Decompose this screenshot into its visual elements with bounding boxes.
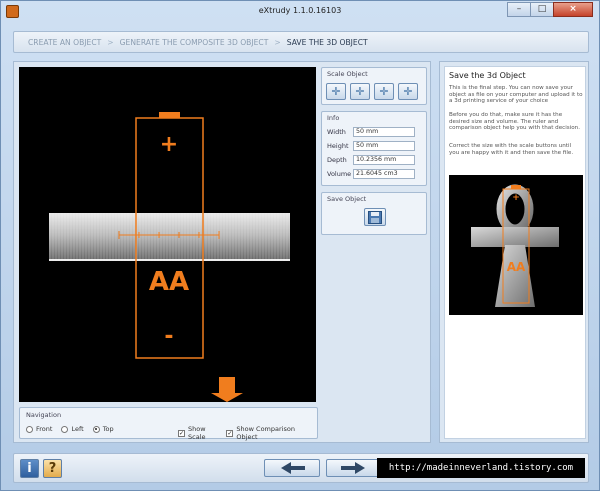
help-panel: Save the 3d Object This is the final ste… [439,61,589,443]
view-radio-group: Front Left Top [26,425,123,433]
scale-object-group: Scale Object ✛ ✛ ✛ ✛ [321,67,427,105]
battery-plus: + [160,132,178,157]
example-battery-plus: + [512,193,520,203]
object-slab [49,213,290,261]
example-battery-label: AA [507,260,526,274]
watermark-url: http://madeinneverland.tistory.com [377,458,585,478]
breadcrumb-step-save: SAVE THE 3D OBJECT [286,37,368,47]
minimize-button[interactable]: – [507,2,531,17]
navigation-label: Navigation [26,411,62,419]
3d-viewport[interactable]: + AA - [19,67,316,402]
width-value: 50 mm [353,127,415,137]
breadcrumb-separator: > [274,37,281,47]
scale-y-button[interactable]: ✛ [374,83,394,100]
down-arrow-icon [211,377,243,402]
view-front-label: Front [36,425,53,433]
navigation-group: Navigation Front Left Top ✓ Show Scale ✓… [19,407,318,441]
height-label: Height [327,142,349,150]
breadcrumb-separator: > [107,37,114,47]
info-row-width: Width 50 mm [327,127,415,137]
info-button[interactable]: i [20,459,39,478]
window-controls: – □ × [507,2,593,17]
radio-left[interactable] [61,425,69,433]
view-top-label: Top [102,425,114,433]
scale-x-button[interactable]: ✛ [350,83,370,100]
info-group: Info Width 50 mm Height 50 mm Depth 10.2… [321,111,427,186]
show-scale-option[interactable]: ✓ Show Scale [178,425,222,441]
maximize-button[interactable]: □ [530,2,554,17]
scale-object-label: Scale Object [327,70,368,78]
example-preview-image: + AA [449,175,583,315]
scale-buttons: ✛ ✛ ✛ ✛ [326,83,422,100]
height-value: 50 mm [353,141,415,151]
show-comparison-checkbox[interactable]: ✓ [226,429,234,437]
view-front-option[interactable]: Front [26,425,52,433]
width-label: Width [327,128,346,136]
breadcrumb: CREATE AN OBJECT > GENERATE THE COMPOSIT… [13,31,589,53]
question-mark-icon: ? [48,461,57,476]
info-label: Info [327,114,340,122]
help-paragraph-3: Correct the size with the scale buttons … [449,143,574,156]
breadcrumb-step-create[interactable]: CREATE AN OBJECT [28,38,101,47]
scale-z-button[interactable]: ✛ [398,83,418,100]
back-button[interactable] [264,459,320,477]
scale-x-icon: ✛ [355,85,365,98]
info-row-height: Height 50 mm [327,141,415,151]
main-panel: + AA - Navigation Front Left Top ✓ Show … [13,61,431,443]
show-comparison-label: Show Comparison Object [236,425,295,441]
scale-z-icon: ✛ [403,85,413,98]
show-comparison-option[interactable]: ✓ Show Comparison Object [226,425,313,441]
info-row-volume: Volume 21.6045 cm3 [327,169,415,179]
view-left-option[interactable]: Left [61,425,84,433]
battery-label: AA [149,267,189,297]
volume-label: Volume [327,170,352,178]
info-icon: i [27,461,32,476]
depth-label: Depth [327,156,347,164]
help-title: Save the 3d Object [449,71,526,80]
save-object-group: Save Object [321,192,427,235]
move-all-icon: ✛ [331,85,341,98]
help-paragraph-2: Before you do that, make sure it has the… [449,112,580,131]
display-options: ✓ Show Scale ✓ Show Comparison Object [178,425,317,441]
battery-minus: - [164,324,173,349]
breadcrumb-step-generate[interactable]: GENERATE THE COMPOSITE 3D OBJECT [120,38,269,47]
battery-terminal [159,112,180,118]
arrow-left-icon [281,462,305,474]
title-bar[interactable]: eXtrudy 1.1.0.16103 – □ × [1,1,599,23]
arrow-right-icon [341,462,365,474]
help-content: Save the 3d Object This is the final ste… [444,66,586,439]
scale-all-button[interactable]: ✛ [326,83,346,100]
help-paragraph-1: This is the final step. You can now save… [449,85,583,104]
depth-value: 10.2356 mm [353,155,415,165]
show-scale-label: Show Scale [188,425,206,441]
viewport-scene: + AA - [49,112,290,402]
volume-value: 21.6045 cm3 [353,169,415,179]
show-scale-checkbox[interactable]: ✓ [178,429,185,437]
scale-y-icon: ✛ [379,85,389,98]
info-row-depth: Depth 10.2356 mm [327,155,415,165]
save-button[interactable] [364,208,386,226]
save-object-label: Save Object [327,195,367,203]
ankh-example: + AA [471,184,559,307]
radio-top[interactable] [92,425,100,433]
app-window: eXtrudy 1.1.0.16103 – □ × CREATE AN OBJE… [0,0,600,491]
view-left-label: Left [71,425,84,433]
help-button[interactable]: ? [43,459,62,478]
next-button[interactable] [326,459,382,477]
view-top-option[interactable]: Top [92,425,114,433]
radio-front[interactable] [26,425,33,433]
floppy-disk-icon [368,211,382,224]
close-button[interactable]: × [553,2,593,17]
